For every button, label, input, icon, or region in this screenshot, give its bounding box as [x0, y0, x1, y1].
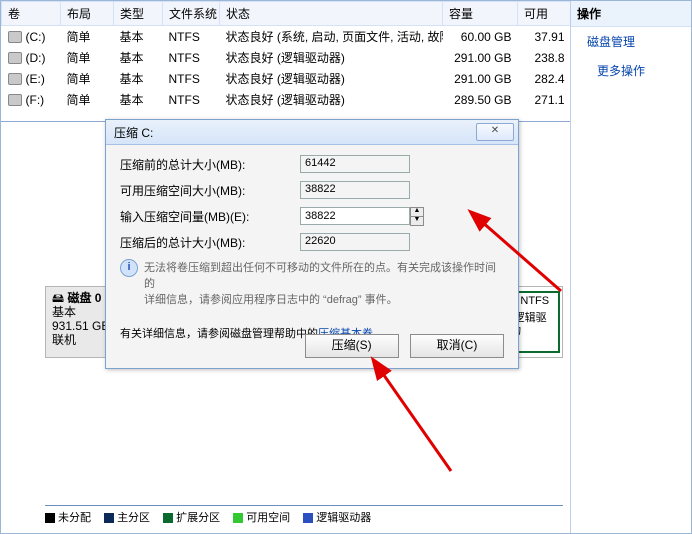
col-header-free[interactable]: 可用 [518, 2, 571, 26]
label-total-before: 压缩前的总计大小(MB): [120, 156, 300, 173]
label-total-after: 压缩后的总计大小(MB): [120, 234, 300, 251]
shrink-input[interactable] [300, 207, 410, 225]
swatch-extended-icon [163, 513, 173, 523]
spinner[interactable]: ▲ ▼ [410, 207, 424, 225]
volume-icon [8, 31, 22, 43]
col-header-layout[interactable]: 布局 [61, 2, 114, 26]
volume-table: 卷 布局 类型 文件系统 状态 容量 可用 (C:)简单基本NTFS状态良好 (… [1, 1, 571, 110]
actions-item-disk-mgmt[interactable]: 磁盘管理 [571, 27, 691, 56]
value-total-after: 22620 [300, 233, 410, 251]
legend-free: 可用空间 [246, 512, 290, 524]
volume-icon [8, 94, 22, 106]
spinner-down-icon[interactable]: ▼ [410, 216, 424, 226]
shrink-button[interactable]: 压缩(S) [305, 334, 399, 358]
info-box: i 无法将卷压缩到超出任何不可移动的文件所在的点。有关完成该操作时间的 详细信息… [120, 259, 504, 307]
col-header-fs[interactable]: 文件系统 [163, 2, 220, 26]
swatch-free-icon [233, 513, 243, 523]
table-row[interactable]: (C:)简单基本NTFS状态良好 (系统, 启动, 页面文件, 活动, 故障转储… [2, 26, 571, 48]
swatch-primary-icon [104, 513, 114, 523]
swatch-logical-icon [303, 513, 313, 523]
table-row[interactable]: (D:)简单基本NTFS状态良好 (逻辑驱动器)291.00 GB238.8 [2, 47, 571, 68]
col-header-status[interactable]: 状态 [220, 2, 443, 26]
dialog-title: 压缩 C: [110, 124, 476, 141]
dialog-titlebar[interactable]: 压缩 C: ✕ [106, 120, 518, 145]
disk-type: 基本 [52, 305, 76, 319]
main-pane: 卷 布局 类型 文件系统 状态 容量 可用 (C:)简单基本NTFS状态良好 (… [1, 1, 571, 533]
col-header-vol[interactable]: 卷 [2, 2, 61, 26]
info-icon: i [120, 259, 138, 277]
window: 卷 布局 类型 文件系统 状态 容量 可用 (C:)简单基本NTFS状态良好 (… [0, 0, 692, 534]
value-total-before: 61442 [300, 155, 410, 173]
value-avail: 38822 [300, 181, 410, 199]
table-row[interactable]: (F:)简单基本NTFS状态良好 (逻辑驱动器)289.50 GB271.1 [2, 89, 571, 110]
actions-item-more[interactable]: 更多操作 [571, 56, 691, 85]
disk-size: 931.51 GB [52, 319, 109, 333]
spinner-up-icon[interactable]: ▲ [410, 207, 424, 216]
col-header-type[interactable]: 类型 [114, 2, 163, 26]
disk-status: 联机 [52, 333, 76, 347]
legend-unalloc: 未分配 [58, 512, 91, 524]
cancel-button[interactable]: 取消(C) [410, 334, 504, 358]
close-icon[interactable]: ✕ [476, 123, 514, 141]
table-row[interactable]: (E:)简单基本NTFS状态良好 (逻辑驱动器)291.00 GB282.4 [2, 68, 571, 89]
label-avail: 可用压缩空间大小(MB): [120, 182, 300, 199]
actions-header: 操作 [571, 1, 691, 27]
volume-table-wrap: 卷 布局 类型 文件系统 状态 容量 可用 (C:)简单基本NTFS状态良好 (… [1, 1, 571, 122]
legend-logical: 逻辑驱动器 [316, 512, 371, 524]
label-shrink: 输入压缩空间量(MB)(E): [120, 208, 300, 225]
swatch-unalloc-icon [45, 513, 55, 523]
dialog-buttons: 压缩(S) 取消(C) [297, 334, 504, 358]
disk-name: 磁盘 0 [67, 291, 101, 305]
info-text: 无法将卷压缩到超出任何不可移动的文件所在的点。有关完成该操作时间的 详细信息，请… [144, 259, 504, 307]
dialog-body: 压缩前的总计大小(MB): 61442 可用压缩空间大小(MB): 38822 … [106, 145, 518, 349]
disk-icon: 🖴 [52, 291, 67, 305]
legend-extended: 扩展分区 [176, 512, 220, 524]
legend-primary: 主分区 [117, 512, 150, 524]
volume-icon [8, 73, 22, 85]
volume-icon [8, 52, 22, 64]
shrink-dialog: 压缩 C: ✕ 压缩前的总计大小(MB): 61442 可用压缩空间大小(MB)… [105, 119, 519, 369]
annotation-arrow-2 [331, 351, 471, 481]
actions-pane: 操作 磁盘管理 更多操作 [570, 1, 691, 533]
legend: 未分配 主分区 扩展分区 可用空间 逻辑驱动器 [45, 505, 563, 529]
col-header-cap[interactable]: 容量 [443, 2, 518, 26]
